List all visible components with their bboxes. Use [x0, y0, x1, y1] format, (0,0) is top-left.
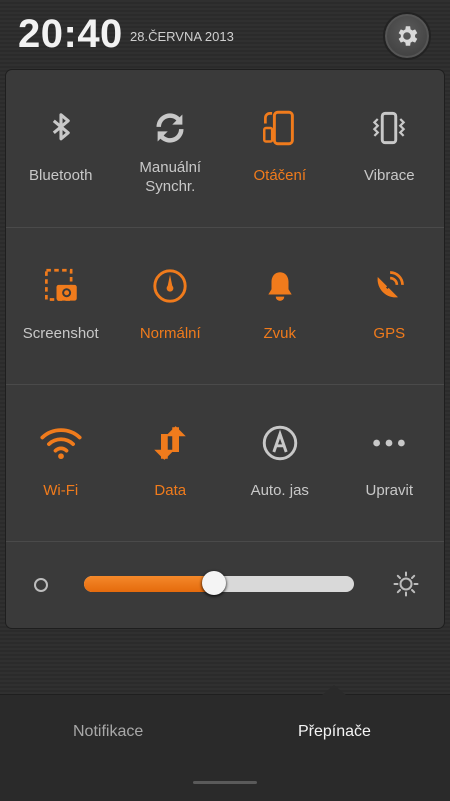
toggle-vibrate[interactable]: Vibrace — [335, 70, 445, 227]
more-icon — [373, 439, 405, 447]
toggle-screenshot[interactable]: Screenshot — [6, 228, 116, 384]
auto-brightness-icon — [262, 425, 297, 461]
toggle-rotation[interactable]: Otáčení — [225, 70, 335, 227]
toggle-label: Bluetooth — [29, 167, 93, 184]
brightness-high-icon — [393, 571, 419, 597]
toggle-label: Zvuk — [263, 325, 296, 342]
toggle-bluetooth[interactable]: Bluetooth — [6, 70, 116, 227]
toggle-auto-brightness[interactable]: Auto. jas — [225, 385, 335, 541]
toggle-label: Otáčení — [253, 167, 307, 184]
toggle-label: Data — [154, 482, 187, 499]
vibrate-icon — [373, 111, 406, 145]
toggle-row-1: Bluetooth Manuální Synchr. Otáčení Vibra… — [6, 70, 444, 228]
tab-notifications[interactable]: Notifikace — [73, 723, 143, 741]
toggle-row-2: Screenshot Normální Zvuk GPS — [6, 228, 444, 385]
gear-icon — [398, 26, 418, 46]
toggle-sound[interactable]: Zvuk — [225, 228, 335, 384]
drag-handle[interactable] — [193, 781, 257, 784]
toggle-mobile-data[interactable]: Data — [116, 385, 226, 541]
toggle-row-3: Wi-Fi Data Auto. jas Upravit — [6, 385, 444, 542]
sync-icon — [156, 113, 184, 143]
screenshot-icon — [44, 268, 77, 301]
data-icon — [154, 426, 186, 460]
date: 28.ČERVNA 2013 — [130, 29, 234, 44]
toggle-label-line2: Synchr. — [145, 178, 196, 195]
bottom-tab-bar: Notifikace Přepínače — [0, 685, 450, 801]
toggle-edit[interactable]: Upravit — [335, 385, 445, 541]
toggle-label: Vibrace — [363, 167, 415, 184]
settings-button[interactable] — [383, 12, 431, 60]
toggle-manual-sync[interactable]: Manuální Synchr. — [116, 70, 226, 227]
quick-settings-panel: Bluetooth Manuální Synchr. Otáčení Vibra… — [6, 70, 444, 628]
brightness-control — [6, 540, 444, 628]
wifi-icon — [40, 428, 82, 460]
toggle-label: Manuální Synchr. — [116, 158, 226, 196]
toggle-label: GPS — [373, 325, 406, 342]
active-tab-indicator — [322, 685, 346, 695]
toggle-label-line1: Manuální — [139, 159, 202, 176]
toggle-performance-mode[interactable]: Normální — [116, 228, 226, 384]
brightness-fill — [84, 576, 214, 592]
bell-icon — [268, 272, 292, 301]
toggle-wifi[interactable]: Wi-Fi — [6, 385, 116, 541]
toggle-label: Screenshot — [22, 325, 99, 342]
gps-icon — [377, 271, 405, 298]
speedometer-icon — [153, 269, 187, 303]
clock: 20:40 — [18, 12, 123, 56]
toggle-label: Normální — [139, 325, 201, 342]
toggle-label: Auto. jas — [250, 482, 309, 499]
toggle-label: Wi-Fi — [43, 482, 79, 499]
toggle-grid: Bluetooth Manuální Synchr. Otáčení Vibra… — [6, 70, 444, 542]
brightness-slider-handle[interactable] — [201, 571, 226, 595]
toggle-label: Upravit — [365, 482, 413, 499]
brightness-low-icon — [34, 578, 48, 592]
toggle-gps[interactable]: GPS — [335, 228, 445, 384]
bluetooth-icon — [52, 113, 70, 141]
rotation-icon — [262, 110, 294, 146]
status-bar: 20:40 28.ČERVNA 2013 — [0, 0, 450, 70]
tab-switches[interactable]: Přepínače — [298, 723, 371, 741]
